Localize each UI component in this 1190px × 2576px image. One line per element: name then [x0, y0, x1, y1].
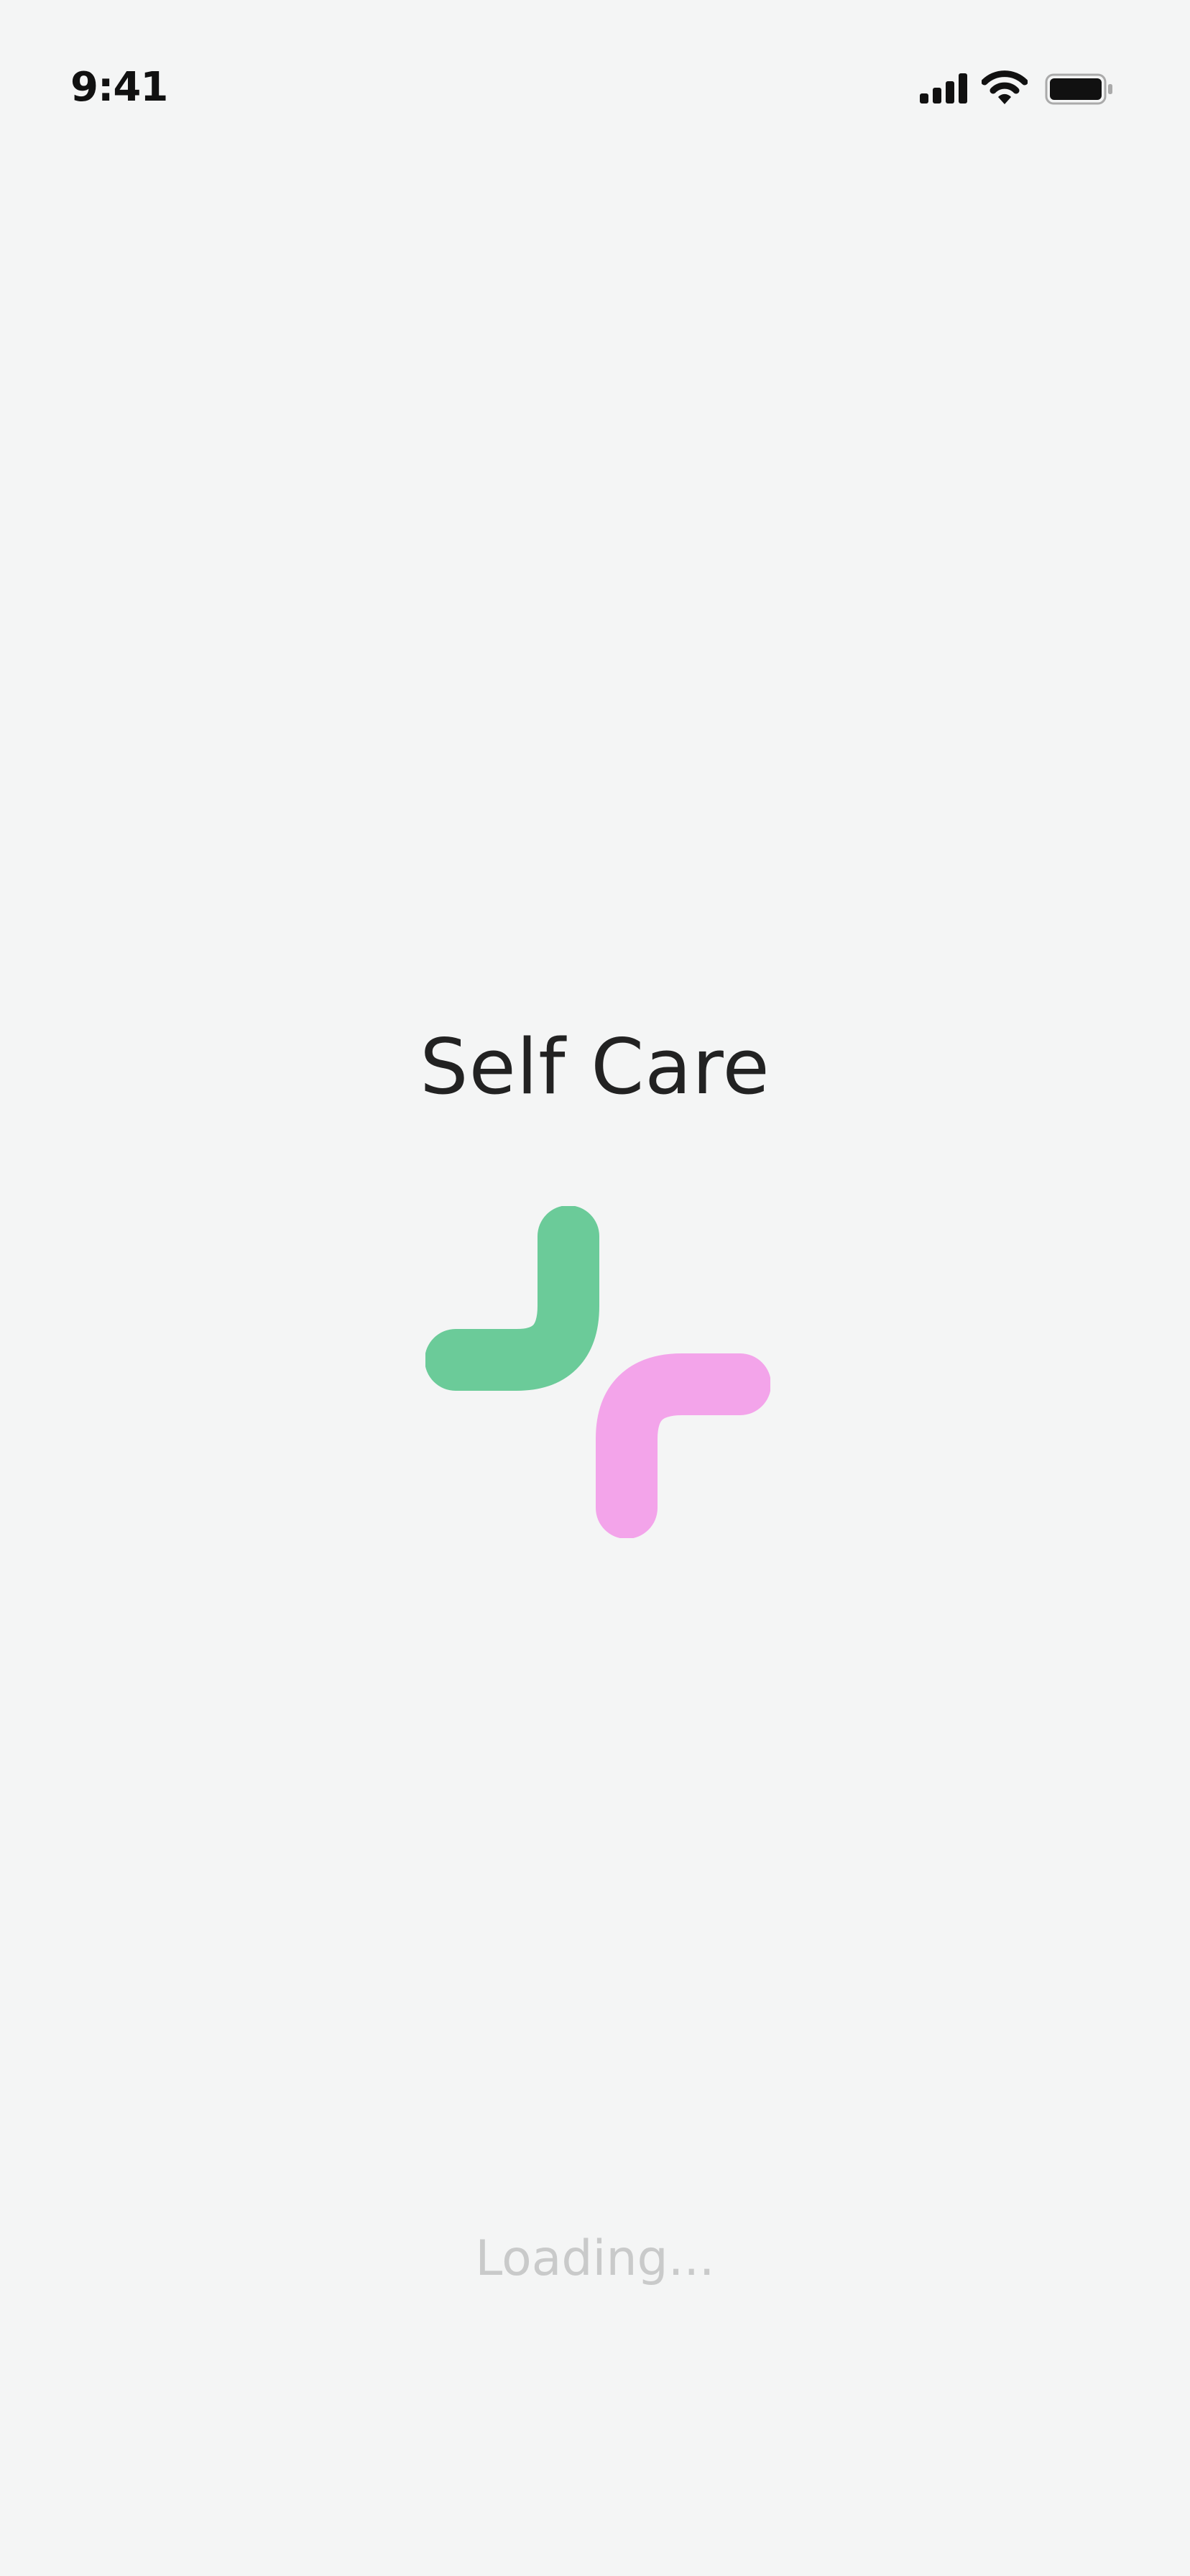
logo-pink-stroke — [596, 1353, 770, 1538]
battery-icon — [1045, 73, 1112, 105]
status-bar: 9:41 — [0, 0, 1190, 172]
logo-green-stroke — [425, 1206, 599, 1391]
app-title: Self Care — [420, 1023, 770, 1111]
status-icons — [920, 70, 1114, 106]
status-time: 9:41 — [70, 64, 168, 111]
loading-text: Loading... — [475, 2230, 715, 2287]
signal-icon — [920, 73, 967, 104]
wifi-icon — [982, 70, 1028, 104]
self-care-logo-icon — [425, 1206, 770, 1538]
